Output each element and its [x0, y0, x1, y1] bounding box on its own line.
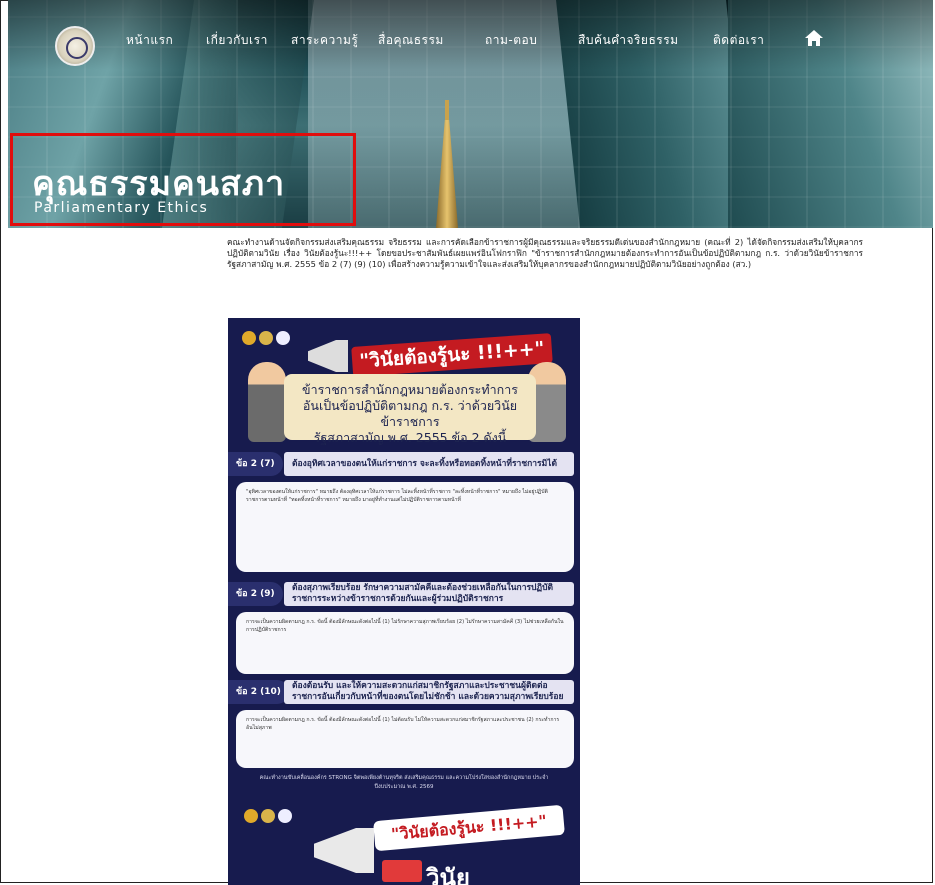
section-number: ข้อ 2 (9) — [228, 582, 283, 606]
megaphone-icon — [308, 340, 348, 372]
poster-section-header: ข้อ 2 (7) ต้องอุทิศเวลาของตนให้แก่ราชการ… — [228, 452, 580, 476]
poster-card-line: ข้าราชการสำนักกฎหมายต้องกระทำการ — [302, 382, 518, 397]
emblem-icon — [278, 809, 292, 823]
nav-item-knowledge[interactable]: สาระความรู้ — [291, 31, 358, 50]
poster-footer: คณะทำงานขับเคลื่อนองค์กร STRONG จิตพอเพี… — [259, 775, 549, 790]
spire-tip — [445, 100, 449, 122]
section-number: ข้อ 2 (10) — [228, 680, 289, 704]
section-title: ต้องสุภาพเรียบร้อย รักษาความสามัคคีและต้… — [284, 582, 574, 606]
section-title: ต้องต้อนรับ และให้ความสะดวกแก่สมาชิกรัฐส… — [284, 680, 574, 704]
nav-item-search-ethics[interactable]: สืบค้นคำจริยธรรม — [578, 31, 679, 50]
seal-icon — [244, 809, 258, 823]
poster-card-line: รัฐสภาสามัญ พ.ศ. 2555 ข้อ 2 ดังนี้ — [313, 430, 507, 445]
section-title: ต้องอุทิศเวลาของตนให้แก่ราชการ จะละทิ้งห… — [284, 452, 574, 476]
section-body: การจะเป็นความผิดตามกฎ ก.ร. ข้อนี้ ต้องมี… — [236, 710, 574, 768]
poster2-banner: "วินัยต้องรู้นะ !!!++" — [373, 804, 565, 852]
infographic-poster[interactable]: "วินัยต้องรู้นะ !!!++" ข้าราชการสำนักกฎห… — [228, 318, 580, 885]
home-icon[interactable] — [804, 28, 824, 48]
poster-logos — [242, 330, 293, 349]
section-body: การจะเป็นความผิดตามกฎ ก.ร. ข้อนี้ ต้องมี… — [236, 612, 574, 674]
nav-item-qa[interactable]: ถาม-ตอบ — [485, 31, 537, 50]
poster-section-header: ข้อ 2 (10) ต้องต้อนรับ และให้ความสะดวกแก… — [228, 680, 580, 704]
section-number: ข้อ 2 (7) — [228, 452, 283, 476]
page-subtitle: Parliamentary Ethics — [34, 200, 209, 216]
poster2-text: วินัย — [426, 864, 470, 885]
top-nav: หน้าแรก เกี่ยวกับเรา สาระความรู้ สื่อคุณ… — [8, 0, 933, 70]
nav-item-contact[interactable]: ติดต่อเรา — [713, 31, 764, 50]
seal-icon — [242, 331, 256, 345]
poster2-logos — [244, 808, 295, 827]
nav-item-about[interactable]: เกี่ยวกับเรา — [206, 31, 268, 50]
hero-banner: หน้าแรก เกี่ยวกับเรา สาระความรู้ สื่อคุณ… — [8, 0, 933, 228]
megaphone-icon — [314, 828, 374, 873]
wrong-mark-icon — [382, 860, 422, 882]
poster-banner: "วินัยต้องรู้นะ !!!++" — [351, 333, 553, 377]
intro-paragraph: คณะทำงานด้านจัดกิจกรรมส่งเสริมคุณธรรม จร… — [227, 237, 863, 270]
poster-section-header: ข้อ 2 (9) ต้องสุภาพเรียบร้อย รักษาความสา… — [228, 582, 580, 606]
nav-item-home[interactable]: หน้าแรก — [126, 31, 173, 50]
section-body: "อุทิศเวลาของตนให้แก่ราชการ" หมายถึง ต้อ… — [236, 482, 574, 572]
poster-intro-card: ข้าราชการสำนักกฎหมายต้องกระทำการ อันเป็น… — [284, 374, 536, 445]
nav-item-ethics-media[interactable]: สื่อคุณธรรม — [378, 31, 444, 50]
parliament-seal-icon[interactable] — [55, 26, 95, 66]
officer-man-illustration — [248, 362, 286, 442]
poster-card-line: อันเป็นข้อปฏิบัติตามกฎ ก.ร. ว่าด้วยวินัย… — [302, 398, 518, 429]
emblem-icon — [276, 331, 290, 345]
badge-icon — [259, 331, 273, 345]
badge-icon — [261, 809, 275, 823]
